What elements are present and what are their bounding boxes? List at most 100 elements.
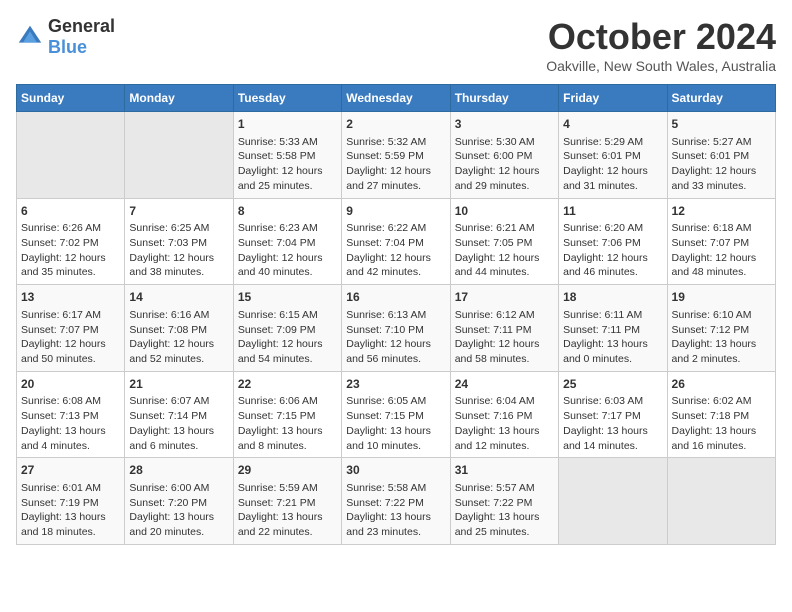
day-info: Sunrise: 6:15 AM Sunset: 7:09 PM Dayligh… — [238, 308, 337, 367]
day-number: 31 — [455, 462, 554, 479]
calendar-cell — [559, 458, 667, 545]
calendar-week-row: 27Sunrise: 6:01 AM Sunset: 7:19 PM Dayli… — [17, 458, 776, 545]
month-title: October 2024 — [546, 16, 776, 58]
day-info: Sunrise: 6:16 AM Sunset: 7:08 PM Dayligh… — [129, 308, 228, 367]
day-info: Sunrise: 5:59 AM Sunset: 7:21 PM Dayligh… — [238, 481, 337, 540]
day-number: 15 — [238, 289, 337, 306]
calendar-week-row: 6Sunrise: 6:26 AM Sunset: 7:02 PM Daylig… — [17, 198, 776, 285]
day-info: Sunrise: 6:12 AM Sunset: 7:11 PM Dayligh… — [455, 308, 554, 367]
calendar-cell: 27Sunrise: 6:01 AM Sunset: 7:19 PM Dayli… — [17, 458, 125, 545]
day-number: 29 — [238, 462, 337, 479]
day-info: Sunrise: 5:57 AM Sunset: 7:22 PM Dayligh… — [455, 481, 554, 540]
page-header: General Blue October 2024 Oakville, New … — [16, 16, 776, 74]
day-info: Sunrise: 6:03 AM Sunset: 7:17 PM Dayligh… — [563, 394, 662, 453]
calendar-week-row: 1 Sunrise: 5:33 AM Sunset: 5:58 PM Daylig… — [17, 112, 776, 199]
calendar-cell: 5 Sunrise: 5:27 AM Sunset: 6:01 PM Daylig… — [667, 112, 775, 199]
day-info: Sunrise: 6:18 AM Sunset: 7:07 PM Dayligh… — [672, 221, 771, 280]
calendar-cell: 6Sunrise: 6:26 AM Sunset: 7:02 PM Daylig… — [17, 198, 125, 285]
calendar-cell: 1 Sunrise: 5:33 AM Sunset: 5:58 PM Daylig… — [233, 112, 341, 199]
weekday-header: Sunday — [17, 85, 125, 112]
day-info: Sunrise: 5:30 AM Sunset: 6:00 PM Dayligh… — [455, 135, 554, 194]
calendar-cell — [125, 112, 233, 199]
day-info: Sunrise: 6:08 AM Sunset: 7:13 PM Dayligh… — [21, 394, 120, 453]
day-number: 12 — [672, 203, 771, 220]
day-info: Sunrise: 6:21 AM Sunset: 7:05 PM Dayligh… — [455, 221, 554, 280]
calendar-week-row: 13 Sunrise: 6:17 AM Sunset: 7:07 PM Dayli… — [17, 285, 776, 372]
weekday-header: Thursday — [450, 85, 558, 112]
day-info: Sunrise: 5:29 AM Sunset: 6:01 PM Dayligh… — [563, 135, 662, 194]
calendar-cell: 24Sunrise: 6:04 AM Sunset: 7:16 PM Dayli… — [450, 371, 558, 458]
day-info: Sunrise: 6:25 AM Sunset: 7:03 PM Dayligh… — [129, 221, 228, 280]
calendar-cell: 25Sunrise: 6:03 AM Sunset: 7:17 PM Dayli… — [559, 371, 667, 458]
day-number: 1 — [238, 116, 337, 133]
day-info: Sunrise: 6:01 AM Sunset: 7:19 PM Dayligh… — [21, 481, 120, 540]
day-info: Sunrise: 6:07 AM Sunset: 7:14 PM Dayligh… — [129, 394, 228, 453]
calendar-cell: 15 Sunrise: 6:15 AM Sunset: 7:09 PM Dayli… — [233, 285, 341, 372]
logo-blue: Blue — [48, 37, 87, 57]
calendar-cell: 9Sunrise: 6:22 AM Sunset: 7:04 PM Daylig… — [342, 198, 450, 285]
day-info: Sunrise: 6:20 AM Sunset: 7:06 PM Dayligh… — [563, 221, 662, 280]
day-info: Sunrise: 6:04 AM Sunset: 7:16 PM Dayligh… — [455, 394, 554, 453]
day-number: 20 — [21, 376, 120, 393]
day-number: 18 — [563, 289, 662, 306]
day-number: 22 — [238, 376, 337, 393]
calendar-cell: 31 Sunrise: 5:57 AM Sunset: 7:22 PM Dayli… — [450, 458, 558, 545]
day-number: 9 — [346, 203, 445, 220]
calendar-week-row: 20Sunrise: 6:08 AM Sunset: 7:13 PM Dayli… — [17, 371, 776, 458]
weekday-header: Friday — [559, 85, 667, 112]
day-number: 6 — [21, 203, 120, 220]
day-info: Sunrise: 5:33 AM Sunset: 5:58 PM Dayligh… — [238, 135, 337, 194]
calendar-cell: 22Sunrise: 6:06 AM Sunset: 7:15 PM Dayli… — [233, 371, 341, 458]
day-info: Sunrise: 5:32 AM Sunset: 5:59 PM Dayligh… — [346, 135, 445, 194]
day-number: 11 — [563, 203, 662, 220]
calendar-header-row: SundayMondayTuesdayWednesdayThursdayFrid… — [17, 85, 776, 112]
calendar-cell: 8Sunrise: 6:23 AM Sunset: 7:04 PM Daylig… — [233, 198, 341, 285]
day-info: Sunrise: 5:27 AM Sunset: 6:01 PM Dayligh… — [672, 135, 771, 194]
day-number: 24 — [455, 376, 554, 393]
calendar-cell: 18Sunrise: 6:11 AM Sunset: 7:11 PM Dayli… — [559, 285, 667, 372]
day-number: 26 — [672, 376, 771, 393]
calendar-cell: 29 Sunrise: 5:59 AM Sunset: 7:21 PM Dayli… — [233, 458, 341, 545]
day-number: 5 — [672, 116, 771, 133]
day-info: Sunrise: 6:23 AM Sunset: 7:04 PM Dayligh… — [238, 221, 337, 280]
calendar-cell: 16 Sunrise: 6:13 AM Sunset: 7:10 PM Dayli… — [342, 285, 450, 372]
logo-general: General — [48, 16, 115, 36]
calendar-table: SundayMondayTuesdayWednesdayThursdayFrid… — [16, 84, 776, 545]
calendar-cell: 19 Sunrise: 6:10 AM Sunset: 7:12 PM Dayli… — [667, 285, 775, 372]
calendar-cell: 3Sunrise: 5:30 AM Sunset: 6:00 PM Daylig… — [450, 112, 558, 199]
calendar-cell: 23Sunrise: 6:05 AM Sunset: 7:15 PM Dayli… — [342, 371, 450, 458]
day-number: 25 — [563, 376, 662, 393]
title-block: October 2024 Oakville, New South Wales, … — [546, 16, 776, 74]
calendar-cell: 28 Sunrise: 6:00 AM Sunset: 7:20 PM Dayli… — [125, 458, 233, 545]
day-info: Sunrise: 6:26 AM Sunset: 7:02 PM Dayligh… — [21, 221, 120, 280]
day-info: Sunrise: 6:00 AM Sunset: 7:20 PM Dayligh… — [129, 481, 228, 540]
day-info: Sunrise: 6:22 AM Sunset: 7:04 PM Dayligh… — [346, 221, 445, 280]
day-number: 14 — [129, 289, 228, 306]
logo-text: General Blue — [48, 16, 115, 58]
day-number: 17 — [455, 289, 554, 306]
calendar-cell: 21Sunrise: 6:07 AM Sunset: 7:14 PM Dayli… — [125, 371, 233, 458]
calendar-cell: 20Sunrise: 6:08 AM Sunset: 7:13 PM Dayli… — [17, 371, 125, 458]
day-info: Sunrise: 6:02 AM Sunset: 7:18 PM Dayligh… — [672, 394, 771, 453]
calendar-cell: 2Sunrise: 5:32 AM Sunset: 5:59 PM Daylig… — [342, 112, 450, 199]
day-number: 13 — [21, 289, 120, 306]
weekday-header: Saturday — [667, 85, 775, 112]
day-number: 16 — [346, 289, 445, 306]
day-info: Sunrise: 6:17 AM Sunset: 7:07 PM Dayligh… — [21, 308, 120, 367]
day-number: 23 — [346, 376, 445, 393]
day-number: 21 — [129, 376, 228, 393]
weekday-header: Tuesday — [233, 85, 341, 112]
day-number: 28 — [129, 462, 228, 479]
calendar-cell: 26Sunrise: 6:02 AM Sunset: 7:18 PM Dayli… — [667, 371, 775, 458]
day-number: 19 — [672, 289, 771, 306]
day-number: 4 — [563, 116, 662, 133]
calendar-cell: 11Sunrise: 6:20 AM Sunset: 7:06 PM Dayli… — [559, 198, 667, 285]
calendar-cell: 10Sunrise: 6:21 AM Sunset: 7:05 PM Dayli… — [450, 198, 558, 285]
day-info: Sunrise: 6:10 AM Sunset: 7:12 PM Dayligh… — [672, 308, 771, 367]
weekday-header: Monday — [125, 85, 233, 112]
day-info: Sunrise: 6:13 AM Sunset: 7:10 PM Dayligh… — [346, 308, 445, 367]
day-number: 7 — [129, 203, 228, 220]
calendar-cell: 7Sunrise: 6:25 AM Sunset: 7:03 PM Daylig… — [125, 198, 233, 285]
day-number: 8 — [238, 203, 337, 220]
day-info: Sunrise: 5:58 AM Sunset: 7:22 PM Dayligh… — [346, 481, 445, 540]
